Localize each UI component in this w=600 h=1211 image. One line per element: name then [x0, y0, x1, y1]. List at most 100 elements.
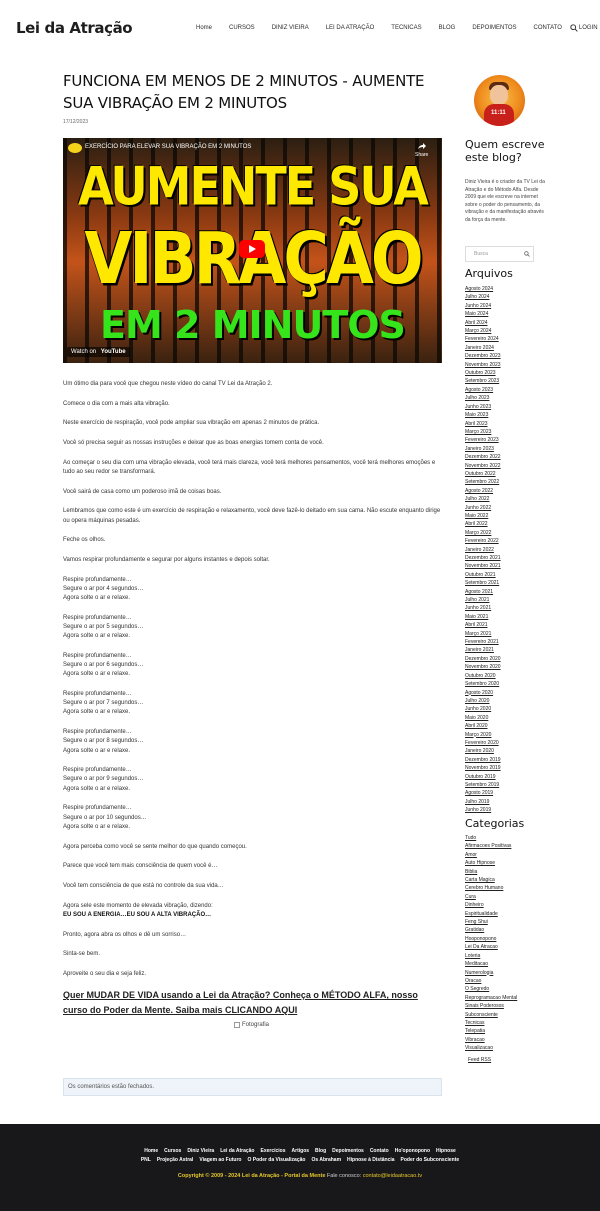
- archive-link[interactable]: Agosto 2020: [465, 689, 555, 697]
- footer-nav-link[interactable]: Projeção Astral: [157, 1157, 194, 1163]
- nav-blog[interactable]: BLOG: [439, 24, 456, 33]
- category-link[interactable]: Visualizacao: [465, 1044, 555, 1052]
- archive-link[interactable]: Agosto 2024: [465, 285, 555, 293]
- watch-on-youtube-button[interactable]: Watch on YouTube: [67, 347, 130, 357]
- footer-nav-link[interactable]: PNL: [141, 1157, 151, 1163]
- archive-link[interactable]: Janeiro 2021: [465, 646, 555, 654]
- category-link[interactable]: Cura: [465, 893, 555, 901]
- archive-link[interactable]: Setembro 2022: [465, 478, 555, 486]
- archive-link[interactable]: Maio 2022: [465, 512, 555, 520]
- category-link[interactable]: Auto Hipnose: [465, 859, 555, 867]
- archive-link[interactable]: Março 2022: [465, 529, 555, 537]
- archive-link[interactable]: Agosto 2021: [465, 588, 555, 596]
- nav-cursos[interactable]: CURSOS: [229, 24, 255, 33]
- category-link[interactable]: Afirmacoes Positivas: [465, 842, 555, 850]
- archive-link[interactable]: Abril 2024: [465, 319, 555, 327]
- archive-link[interactable]: Abril 2022: [465, 520, 555, 528]
- archive-link[interactable]: Maio 2023: [465, 411, 555, 419]
- nav-login[interactable]: LOGIN: [579, 24, 598, 33]
- search-icon[interactable]: [524, 251, 530, 257]
- archive-link[interactable]: Outubro 2022: [465, 470, 555, 478]
- search-icon[interactable]: [570, 24, 578, 32]
- archive-link[interactable]: Janeiro 2020: [465, 747, 555, 755]
- metodo-alfa-cta-link[interactable]: Quer MUDAR DE VIDA usando a Lei da Atraç…: [63, 988, 443, 1018]
- footer-nav-link[interactable]: Contato: [370, 1148, 389, 1154]
- archive-link[interactable]: Junho 2024: [465, 302, 555, 310]
- footer-nav-link[interactable]: Hipnose à Distância: [347, 1157, 395, 1163]
- category-link[interactable]: Loteria: [465, 952, 555, 960]
- archive-link[interactable]: Dezembro 2019: [465, 756, 555, 764]
- archive-link[interactable]: Novembro 2020: [465, 663, 555, 671]
- archive-link[interactable]: Novembro 2023: [465, 361, 555, 369]
- archive-link[interactable]: Agosto 2019: [465, 789, 555, 797]
- category-link[interactable]: Cerebro Humano: [465, 884, 555, 892]
- archive-link[interactable]: Março 2021: [465, 630, 555, 638]
- nav-home[interactable]: Home: [196, 24, 212, 33]
- archive-link[interactable]: Outubro 2023: [465, 369, 555, 377]
- footer-nav-link[interactable]: Ho'oponopono: [395, 1148, 430, 1154]
- category-link[interactable]: Reprogramacao Mental: [465, 994, 555, 1002]
- archive-link[interactable]: Fevereiro 2020: [465, 739, 555, 747]
- archive-link[interactable]: Fevereiro 2022: [465, 537, 555, 545]
- category-link[interactable]: Hooponopono: [465, 935, 555, 943]
- video-title[interactable]: EXERCÍCIO PARA ELEVAR SUA VIBRAÇÃO EM 2 …: [85, 144, 251, 150]
- archive-link[interactable]: Dezembro 2020: [465, 655, 555, 663]
- archive-link[interactable]: Junho 2021: [465, 604, 555, 612]
- footer-nav-link[interactable]: Lei da Atração: [220, 1148, 254, 1154]
- archive-link[interactable]: Novembro 2021: [465, 562, 555, 570]
- category-link[interactable]: Tecnicas: [465, 1019, 555, 1027]
- sidebar-search-input[interactable]: Busca: [465, 246, 534, 262]
- footer-nav-link[interactable]: Exercícios: [261, 1148, 286, 1154]
- archive-link[interactable]: Fevereiro 2024: [465, 335, 555, 343]
- nav-depoimentos[interactable]: DEPOIMENTOS: [472, 24, 516, 33]
- footer-nav-link[interactable]: Viagem ao Futuro: [199, 1157, 241, 1163]
- archive-link[interactable]: Outubro 2019: [465, 773, 555, 781]
- archive-link[interactable]: Agosto 2022: [465, 487, 555, 495]
- category-link[interactable]: O Segredo: [465, 985, 555, 993]
- archive-link[interactable]: Março 2024: [465, 327, 555, 335]
- archive-link[interactable]: Setembro 2019: [465, 781, 555, 789]
- category-link[interactable]: Oracao: [465, 977, 555, 985]
- category-link[interactable]: Lei Da Atracao: [465, 943, 555, 951]
- nav-diniz-vieira[interactable]: DINIZ VIEIRA: [272, 24, 309, 33]
- archive-link[interactable]: Janeiro 2022: [465, 546, 555, 554]
- archive-link[interactable]: Março 2023: [465, 428, 555, 436]
- footer-nav-link[interactable]: Cursos: [164, 1148, 181, 1154]
- category-link[interactable]: Carta Magica: [465, 876, 555, 884]
- nav-tecnicas[interactable]: TECNICAS: [391, 24, 421, 33]
- archive-link[interactable]: Dezembro 2021: [465, 554, 555, 562]
- footer-nav-link[interactable]: Poder do Subconsciente: [401, 1157, 460, 1163]
- category-link[interactable]: Vibracao: [465, 1036, 555, 1044]
- archive-link[interactable]: Junho 2023: [465, 403, 555, 411]
- category-link[interactable]: Gratidao: [465, 926, 555, 934]
- archive-link[interactable]: Maio 2021: [465, 613, 555, 621]
- archive-link[interactable]: Julho 2024: [465, 293, 555, 301]
- footer-nav-link[interactable]: Diniz Vieira: [187, 1148, 214, 1154]
- archive-link[interactable]: Novembro 2019: [465, 764, 555, 772]
- category-link[interactable]: Dinheiro: [465, 901, 555, 909]
- footer-nav-link[interactable]: Hipnose: [436, 1148, 456, 1154]
- archive-link[interactable]: Junho 2022: [465, 504, 555, 512]
- category-link[interactable]: Biblia: [465, 868, 555, 876]
- archive-link[interactable]: Julho 2022: [465, 495, 555, 503]
- archive-link[interactable]: Abril 2023: [465, 420, 555, 428]
- footer-nav-link[interactable]: Home: [144, 1148, 158, 1154]
- footer-nav-link[interactable]: Artigos: [292, 1148, 310, 1154]
- footer-nav-link[interactable]: Os Abraham: [311, 1157, 341, 1163]
- archive-link[interactable]: Agosto 2023: [465, 386, 555, 394]
- category-link[interactable]: Telepatia: [465, 1027, 555, 1035]
- category-link[interactable]: Tudo: [465, 834, 555, 842]
- archive-link[interactable]: Setembro 2020: [465, 680, 555, 688]
- category-link[interactable]: Meditacao: [465, 960, 555, 968]
- archive-link[interactable]: Fevereiro 2021: [465, 638, 555, 646]
- archive-link[interactable]: Julho 2021: [465, 596, 555, 604]
- archive-link[interactable]: Abril 2021: [465, 621, 555, 629]
- archive-link[interactable]: Maio 2020: [465, 714, 555, 722]
- play-icon[interactable]: [239, 240, 265, 258]
- rss-feed-link[interactable]: Feed RSS: [468, 1057, 491, 1063]
- contact-email-link[interactable]: contato@leidaatracao.tv: [363, 1173, 422, 1179]
- archive-link[interactable]: Setembro 2021: [465, 579, 555, 587]
- archive-link[interactable]: Julho 2023: [465, 394, 555, 402]
- archive-link[interactable]: Outubro 2020: [465, 672, 555, 680]
- nav-contato[interactable]: CONTATO: [534, 24, 562, 33]
